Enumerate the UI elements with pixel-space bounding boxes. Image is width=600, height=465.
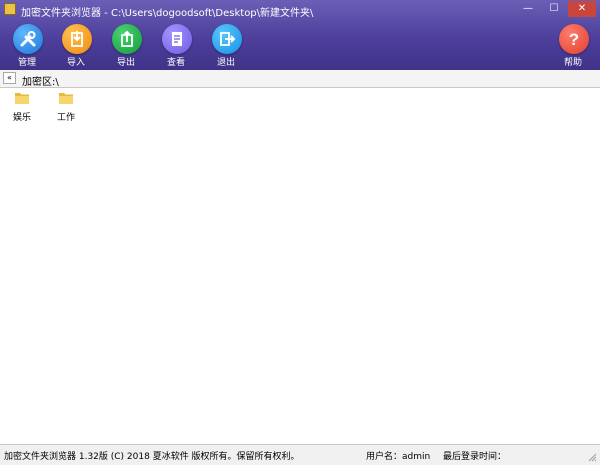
current-path[interactable]: 加密区:\ bbox=[22, 73, 59, 88]
back-button[interactable]: « bbox=[3, 72, 16, 84]
app-window: 加密文件夹浏览器 - C:\Users\dogoodsoft\Desktop\新… bbox=[0, 0, 600, 465]
import-button[interactable]: 导入 bbox=[51, 24, 101, 68]
app-icon bbox=[4, 3, 16, 15]
file-name: 娱乐 bbox=[12, 113, 31, 123]
export-button[interactable]: 导出 bbox=[101, 24, 151, 68]
export-label: 导出 bbox=[116, 58, 135, 68]
folder-icon bbox=[15, 93, 29, 104]
help-label: 帮助 bbox=[563, 58, 582, 68]
last-login-text: 最后登录时间： bbox=[443, 452, 507, 462]
export-icon bbox=[112, 24, 142, 54]
file-name: 工作 bbox=[56, 113, 75, 123]
document-icon bbox=[162, 24, 192, 54]
header: 加密文件夹浏览器 - C:\Users\dogoodsoft\Desktop\新… bbox=[0, 0, 600, 70]
folder-icon bbox=[59, 93, 73, 104]
svg-text:?: ? bbox=[569, 30, 579, 49]
manage-button[interactable]: 管理 bbox=[2, 24, 52, 68]
view-label: 查看 bbox=[166, 58, 185, 68]
import-icon bbox=[62, 24, 92, 54]
help-button[interactable]: ? 帮助 bbox=[548, 24, 598, 68]
close-button[interactable]: ✕ bbox=[568, 1, 596, 17]
exit-icon bbox=[212, 24, 242, 54]
address-bar: « 加密区:\ bbox=[0, 70, 600, 88]
maximize-button[interactable]: ☐ bbox=[543, 1, 565, 17]
question-icon: ? bbox=[559, 24, 589, 54]
version-text: 加密文件夹浏览器 1.32版 (C) 2018 夏冰软件 版权所有。保留所有权利… bbox=[4, 452, 300, 462]
minimize-button[interactable]: — bbox=[517, 1, 539, 17]
view-button[interactable]: 查看 bbox=[151, 24, 201, 68]
title-bar[interactable]: 加密文件夹浏览器 - C:\Users\dogoodsoft\Desktop\新… bbox=[0, 0, 600, 20]
status-bar: 加密文件夹浏览器 1.32版 (C) 2018 夏冰软件 版权所有。保留所有权利… bbox=[0, 444, 600, 465]
window-title: 加密文件夹浏览器 - C:\Users\dogoodsoft\Desktop\新… bbox=[21, 8, 314, 19]
import-label: 导入 bbox=[66, 58, 85, 68]
tools-icon bbox=[13, 24, 43, 54]
username-text: 用户名：admin bbox=[366, 452, 431, 462]
exit-button[interactable]: 退出 bbox=[201, 24, 251, 68]
resize-grip-icon[interactable] bbox=[588, 453, 597, 462]
manage-label: 管理 bbox=[17, 58, 36, 68]
file-list[interactable]: 娱乐 工作 bbox=[0, 88, 600, 444]
exit-label: 退出 bbox=[216, 58, 235, 68]
